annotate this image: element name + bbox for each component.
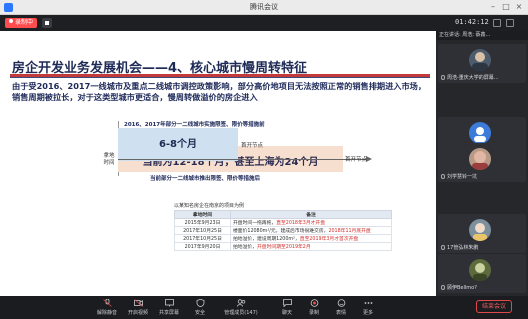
recording-label: 录制中 [15,19,34,26]
start-video-button[interactable]: 开启视频 [121,299,155,316]
current-period-caption: 当前部分一二线城市推出限签、限价等措施后 [150,176,261,182]
layout-icon[interactable] [506,19,514,27]
table-cell-note: 拍地溢价，建设周期1200m²，直至2019年3月才首次开盘 [230,234,392,243]
project-table: 拿地时间 备注 2015年9月23日 开盘时间一拖再拖，直至2018年3月才开盘… [174,210,392,251]
share-screen-icon [164,299,174,307]
table-cell-date: 2017年10月25日 [174,234,231,243]
avatar [469,148,491,170]
emoji-icon [337,299,345,307]
close-icon[interactable]: × [514,2,524,12]
participant-tile[interactable]: 周浩-重庆大学的屏幕... [438,44,526,83]
table-row: 2017年10月25日 拍地溢价，建设周期1200m²，直至2019年3月才首次… [174,234,392,243]
table-cell-date: 2015年9月23日 [174,218,231,227]
mic-icon [441,285,445,290]
chat-icon [282,299,292,307]
participant-name: 顾伊Bellmo? [447,285,477,291]
members-icon [236,299,245,307]
table-header-note: 备注 [230,210,392,219]
shared-slide: 房企开发业务发展机会——4、核心城市慢周转特征 由于受2016、2017一线城市… [0,31,436,296]
table-header-row: 拿地时间 备注 [174,210,392,219]
previous-period-value: 6-8个月 [158,139,198,150]
share-screen-button[interactable]: 共享屏幕 [152,299,186,316]
speaking-indicator: 正在讲话: 周浩; 蔡鑫... [436,31,528,40]
maximize-icon[interactable]: □ [501,2,511,12]
meeting-window: 腾讯会议 – □ × 录制中 01:42:12 房企开发业务发展机会——4、核心… [0,0,528,319]
shield-icon [196,299,204,307]
table-cell-date: 2017年10月25日 [174,226,231,235]
avatar [469,49,491,71]
minimize-icon[interactable]: – [488,2,498,12]
land-time-label: 拿地 时间 [103,153,115,166]
meeting-top-strip [0,15,528,31]
participant-name: 周浩-重庆大学的屏幕... [447,75,499,81]
avatar [469,122,491,144]
second-node-label: 首开节点 [345,157,368,163]
table-cell-note: 拍地溢价，开盘时间期至2019年2月 [230,242,392,251]
participant-name: 17管弘林朱鹏 [447,245,479,251]
avatar [469,219,491,241]
previous-period-box: 2016、2017年部分一二线城市实施限签、限价等措施前 6-8个月 [118,122,265,161]
unmute-button[interactable]: 解除静音 [90,299,124,316]
record-icon [310,299,318,307]
manage-members-button[interactable]: 管理成员(147) [224,299,258,316]
avatar [469,259,491,281]
participant-tile[interactable]: 17管弘林朱鹏 [438,214,526,253]
participant-name: 刘学慧铃一坑 [447,174,478,180]
more-button[interactable]: 更多 [351,299,385,316]
first-node-label: 首开节点 [241,143,264,149]
timeline-axis [118,159,368,160]
end-meeting-button[interactable]: 结束会议 [476,300,512,313]
table-caption: 以某知名房企在南京的项目为例 [174,203,245,209]
participant-tile[interactable]: 刘学慧铃一坑 [438,143,526,182]
mic-icon [441,75,445,80]
recording-badge[interactable]: 录制中 [5,18,38,28]
meeting-timer: 01:42:12 [455,18,489,26]
table-row: 2015年9月23日 开盘时间一拖再拖，直至2018年3月才开盘 [174,218,392,227]
table-cell-date: 2017年9月20日 [174,242,231,251]
mic-muted-icon [102,299,112,307]
table-row: 2017年10月25日 楼面价12080m²/元，建成后市场很难交房，2018年… [174,226,392,235]
signal-icon[interactable] [493,19,501,27]
stop-recording-button[interactable] [42,18,52,28]
mic-icon [441,245,445,250]
mic-icon [441,174,445,179]
participants-panel: 周浩-重庆大学的屏幕... 张鹏 刘学慧铃一坑 17管弘林朱鹏 顾伊Bellmo… [436,31,528,296]
table-header-date: 拿地时间 [174,210,231,219]
previous-period-caption: 2016、2017年部分一二线城市实施限签、限价等措施前 [124,122,265,128]
title-bar: 腾讯会议 – □ × [0,0,528,15]
security-button[interactable]: 安全 [183,299,217,316]
record-dot-icon [9,19,13,23]
table-row: 2017年9月20日 拍地溢价，开盘时间期至2019年2月 [174,242,392,251]
bottom-toolbar [0,296,528,319]
participant-tile[interactable]: 顾伊Bellmo? [438,254,526,293]
table-cell-note: 开盘时间一拖再拖，直至2018年3月才开盘 [230,218,392,227]
window-title: 腾讯会议 [250,3,278,11]
more-icon [364,302,372,304]
camera-off-icon [133,299,143,307]
title-divider-secondary [10,77,430,78]
table-cell-note: 楼面价12080m²/元，建成后市场很难交房，2018年11月底开盘 [230,226,392,235]
slide-body-text: 由于受2016、2017一线城市及重点二线城市调控政策影响，部分高价地项目无法按… [12,81,427,102]
